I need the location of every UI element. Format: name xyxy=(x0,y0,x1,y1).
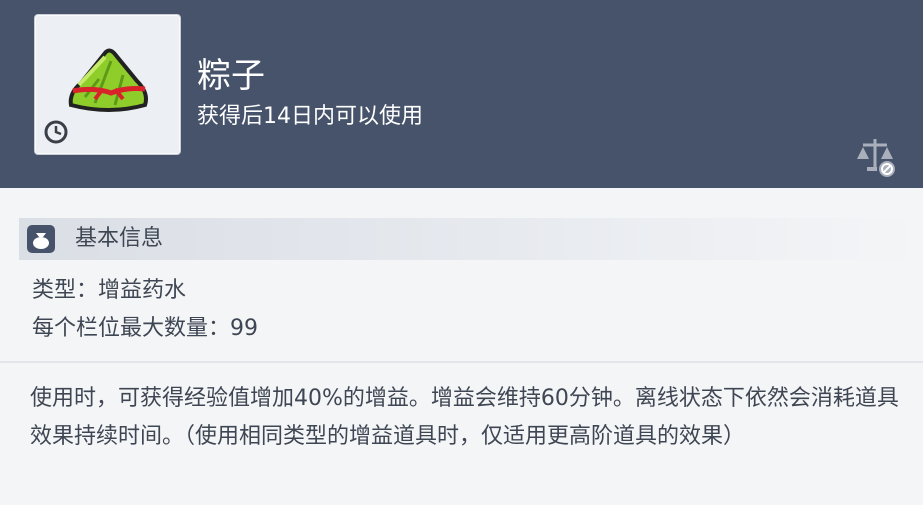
item-header: 粽子 获得后14日内可以使用 xyxy=(0,0,923,188)
item-description: 使用时，可获得经验值增加40%的增益。增益会维持60分钟。离线状态下依然会消耗道… xyxy=(30,386,899,449)
clock-icon xyxy=(44,120,68,144)
item-icon-frame xyxy=(34,14,181,155)
basic-info-header: 基本信息 xyxy=(19,218,919,260)
divider xyxy=(0,361,923,363)
zongzi-icon xyxy=(68,48,148,112)
bag-icon xyxy=(27,225,55,253)
untradable-scale-icon xyxy=(857,139,897,179)
item-details: 基本信息 类型：增益药水 每个栏位最大数量：99 使用时，可获得经验值增加40%… xyxy=(0,188,923,505)
max-stack: 每个栏位最大数量：99 xyxy=(32,316,258,341)
item-expiry: 获得后14日内可以使用 xyxy=(197,104,423,129)
item-name: 粽子 xyxy=(197,56,265,96)
item-type: 类型：增益药水 xyxy=(32,278,187,303)
section-label: 基本信息 xyxy=(75,226,164,251)
